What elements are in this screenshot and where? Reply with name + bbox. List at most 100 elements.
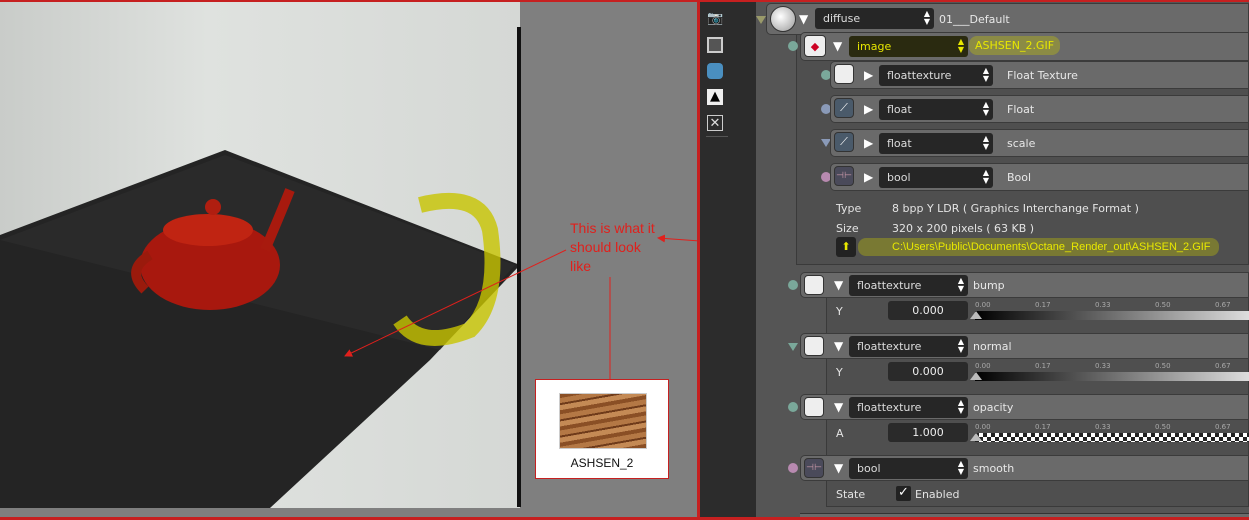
value-field[interactable]: 0.000: [888, 362, 968, 381]
child-label: Bool: [1007, 171, 1032, 184]
select-value: floattexture: [887, 69, 952, 82]
diffuse-type-select[interactable]: diffuse ▲ ▼: [815, 8, 934, 29]
separator: [706, 136, 728, 137]
thumbnail-caption: ASHSEN_2: [570, 456, 634, 470]
param-row: ▼ floattexture ▲ ▼ bump: [800, 272, 1249, 298]
ramp-tick: 0.50: [1155, 362, 1171, 370]
spinner-icon: ▲ ▼: [957, 276, 964, 293]
spinner-icon: ▲ ▼: [982, 168, 989, 185]
pin-icon[interactable]: [788, 463, 798, 473]
frame-border: [0, 0, 1249, 2]
load-file-button[interactable]: ⬆: [836, 237, 856, 257]
film-icon[interactable]: [707, 37, 723, 53]
select-value: float: [887, 137, 912, 150]
pin-icon[interactable]: [756, 16, 766, 24]
ramp-tick: 0.00: [975, 423, 991, 431]
field-label: Y: [836, 366, 843, 379]
child-label: Float Texture: [1007, 69, 1078, 82]
type-label: Type: [836, 202, 862, 215]
float-icon: ⟋: [834, 98, 854, 118]
select-value: diffuse: [823, 12, 861, 25]
image-type-select[interactable]: image ▲ ▼: [849, 36, 968, 57]
ramp-tick: 0.00: [975, 362, 991, 370]
pin-icon[interactable]: [788, 343, 798, 351]
collapse-icon[interactable]: ▼: [834, 339, 843, 353]
floattexture-icon: [804, 275, 824, 295]
child-row: ⟋ ▶ float ▲ ▼ scale: [830, 129, 1249, 157]
select-value: floattexture: [857, 401, 922, 414]
select-value: floattexture: [857, 340, 922, 353]
collapse-icon[interactable]: ▼: [834, 461, 843, 475]
spinner-icon: ▲ ▼: [957, 37, 964, 54]
expected-thumbnail: ASHSEN_2: [535, 379, 669, 479]
field-label: A: [836, 427, 844, 440]
size-label: Size: [836, 222, 859, 235]
bool-icon: ⊣⊢: [834, 166, 854, 186]
ramp-tick: 0.33: [1095, 423, 1111, 431]
database-icon[interactable]: [707, 63, 723, 79]
floattexture-icon: [804, 336, 824, 356]
spinner-icon: ▲ ▼: [982, 66, 989, 83]
collapse-icon[interactable]: ▼: [834, 278, 843, 292]
pin-icon[interactable]: [788, 402, 798, 412]
ramp-tick: 0.50: [1155, 301, 1171, 309]
ramp-tick: 0.17: [1035, 362, 1051, 370]
slider-handle[interactable]: [970, 311, 982, 319]
slider-handle[interactable]: [970, 372, 982, 380]
ramp-tick: 0.33: [1095, 362, 1111, 370]
image-icon[interactable]: ▲: [707, 89, 723, 105]
value-field[interactable]: 1.000: [888, 423, 968, 442]
camera-icon[interactable]: 📷: [707, 11, 723, 27]
collapse-icon[interactable]: ▼: [799, 12, 808, 26]
ramp-tick: 0.00: [975, 301, 991, 309]
child-type-select[interactable]: bool ▲ ▼: [879, 167, 993, 188]
enabled-checkbox[interactable]: ✓: [896, 486, 911, 501]
child-row: ⊣⊢ ▶ bool ▲ ▼ Bool: [830, 163, 1249, 191]
spinner-icon: ▲ ▼: [957, 337, 964, 354]
file-path[interactable]: C:\Users\Public\Documents\Octane_Render_…: [858, 238, 1219, 256]
texture-icon[interactable]: ✕: [707, 115, 723, 131]
param-type-select[interactable]: floattexture ▲ ▼: [849, 397, 968, 418]
child-type-select[interactable]: float ▲ ▼: [879, 99, 993, 120]
ramp-tick: 0.67: [1215, 301, 1231, 309]
image-name: ASHSEN_2.GIF: [969, 36, 1061, 55]
upload-icon: ⬆: [841, 240, 851, 253]
wood-texture-image: [559, 393, 647, 449]
collapse-icon[interactable]: ▼: [834, 400, 843, 414]
annotation-arrow: [344, 249, 567, 357]
spinner-icon: ▲ ▼: [957, 398, 964, 415]
slider-handle[interactable]: [970, 433, 982, 441]
value-field[interactable]: 0.000: [888, 301, 968, 320]
param-type-select[interactable]: floattexture ▲ ▼: [849, 275, 968, 296]
image-row: ◆ ▼ image ▲ ▼ ASHSEN_2.GIF: [800, 32, 1249, 61]
spinner-icon: ▲ ▼: [957, 459, 964, 476]
value-slider[interactable]: [975, 433, 1249, 442]
pin-icon[interactable]: [788, 41, 798, 51]
param-row: ▼ floattexture ▲ ▼ opacity: [800, 394, 1249, 420]
smooth-type-select[interactable]: bool ▲ ▼: [849, 458, 968, 479]
smooth-row: ⊣⊢ ▼ bool ▲ ▼ smooth: [800, 455, 1249, 481]
diffuse-row: ▼ diffuse ▲ ▼ 01___Default: [766, 3, 1249, 35]
toolbar: 📷 ▲ ✕: [700, 2, 756, 517]
ramp-ticks: 0.00 0.17 0.33 0.50 0.67: [975, 423, 1249, 433]
expand-icon[interactable]: ▶: [864, 136, 873, 150]
select-value: floattexture: [857, 279, 922, 292]
param-row: ▼ floattexture ▲ ▼ normal: [800, 333, 1249, 359]
child-type-select[interactable]: float ▲ ▼: [879, 133, 993, 154]
select-value: bool: [857, 462, 881, 475]
pin-icon[interactable]: [788, 280, 798, 290]
floattexture-icon: [834, 64, 854, 84]
param-type-select[interactable]: floattexture ▲ ▼: [849, 336, 968, 357]
expand-icon[interactable]: ▶: [864, 102, 873, 116]
child-type-select[interactable]: floattexture ▲ ▼: [879, 65, 993, 86]
child-label: scale: [1007, 137, 1036, 150]
expand-icon[interactable]: ▶: [864, 170, 873, 184]
float-icon: ⟋: [834, 132, 854, 152]
value-slider[interactable]: [975, 372, 1249, 381]
collapse-icon[interactable]: ▼: [833, 39, 842, 53]
value-slider[interactable]: [975, 311, 1249, 320]
child-row: ⟋ ▶ float ▲ ▼ Float: [830, 95, 1249, 123]
type-value: 8 bpp Y LDR ( Graphics Interchange Forma…: [892, 202, 1139, 215]
param-name: normal: [973, 340, 1012, 353]
expand-icon[interactable]: ▶: [864, 68, 873, 82]
